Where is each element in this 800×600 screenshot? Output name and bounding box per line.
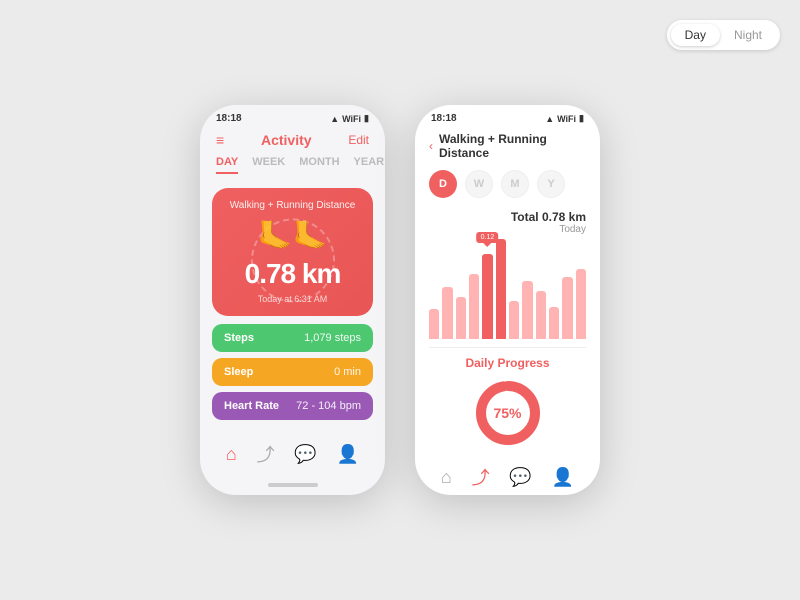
bar-8 [522,281,532,339]
tab-month[interactable]: MONTH [299,156,339,174]
battery-icon: ▮ [364,113,369,124]
phone2-content: 18:18 ▲ WiFi ▮ ‹ Walking + Running Dista… [415,105,600,495]
phone1-title: Activity [261,132,312,148]
bar-2 [442,287,452,339]
donut-wrapper: 75% [429,378,586,448]
bar-11 [562,277,572,339]
period-year[interactable]: Y [537,170,565,198]
nav-chat-2[interactable]: 💬 [509,467,531,488]
day-night-toggle[interactable]: Day Night [667,20,780,50]
bottom-nav-1: ⌂ ⤴ 💬 👤 [200,433,385,479]
distance-unit: km [295,258,340,289]
battery-icon-2: ▮ [579,113,584,124]
phone2-title: Walking + Running Distance [439,132,586,160]
phone-2: 18:18 ▲ WiFi ▮ ‹ Walking + Running Dista… [415,105,600,495]
bar-3 [456,297,466,339]
chart-sub: Today [559,224,586,235]
time-1: 18:18 [216,113,242,124]
home-indicator-1 [200,479,385,495]
wifi-icon-2: WiFi [557,114,576,124]
bottom-nav-2: ⌂ ⤴ 💬 👤 [415,456,600,495]
stat-heart-value: 72 - 104 bpm [296,400,361,412]
stat-steps-value: 1,079 steps [304,332,361,344]
donut-label: 75% [493,405,521,421]
distance-value: 0.78 [245,258,296,289]
period-day[interactable]: D [429,170,457,198]
wifi-icon: WiFi [342,114,361,124]
nav-profile-1[interactable]: 👤 [337,444,359,465]
bar-chart: 0.12 [429,239,586,339]
bar-1 [429,309,439,339]
nav-chart-1[interactable]: ⤴ [257,441,275,467]
stat-sleep[interactable]: Sleep 0 min [212,358,373,386]
day-toggle[interactable]: Day [671,24,720,46]
activity-card-title: Walking + Running Distance [224,200,361,211]
stat-steps-label: Steps [224,332,254,344]
stat-sleep-label: Sleep [224,366,253,378]
signal-icon-2: ▲ [545,114,554,124]
phone1-content: 18:18 ▲ WiFi ▮ ≡ Activity Edit DAY W [200,105,385,495]
back-button[interactable]: ‹ [429,139,433,153]
footsteps-icon: 🦶🦶 [224,219,361,252]
chart-total: Total 0.78 km [511,210,586,224]
activity-time: Today at 6:31 AM [224,294,361,304]
tab-year[interactable]: YEAR [354,156,385,174]
nav-chat-1[interactable]: 💬 [294,444,316,465]
home-bar-1 [268,483,318,487]
bar-10 [549,307,559,339]
nav-home-2[interactable]: ⌂ [441,467,452,488]
activity-distance: 0.78 km [224,258,361,290]
period-month[interactable]: M [501,170,529,198]
daily-progress-section: Daily Progress 75% [415,348,600,456]
stats-list: Steps 1,079 steps Sleep 0 min Heart Rate… [200,324,385,420]
stat-heart-label: Heart Rate [224,400,279,412]
nav-profile-2[interactable]: 👤 [552,467,574,488]
phones-container: 18:18 ▲ WiFi ▮ ≡ Activity Edit DAY W [200,105,600,495]
phone1-header: ≡ Activity Edit [200,128,385,154]
stat-sleep-value: 0 min [334,366,361,378]
edit-link[interactable]: Edit [348,133,369,147]
signal-icon: ▲ [330,114,339,124]
donut-chart: 75% [473,378,543,448]
bar-4 [469,274,479,339]
phone2-header: ‹ Walking + Running Distance [415,128,600,166]
nav-chart-2[interactable]: ⤴ [472,464,490,490]
bar-6 [496,239,506,339]
tab-day[interactable]: DAY [216,156,238,174]
status-icons-1: ▲ WiFi ▮ [330,113,369,124]
status-bar-2: 18:18 ▲ WiFi ▮ [415,105,600,128]
status-bar-1: 18:18 ▲ WiFi ▮ [200,105,385,128]
status-icons-2: ▲ WiFi ▮ [545,113,584,124]
tab-week[interactable]: WEEK [252,156,285,174]
period-tabs: D W M Y [415,166,600,206]
time-2: 18:18 [431,113,457,124]
phone-1: 18:18 ▲ WiFi ▮ ≡ Activity Edit DAY W [200,105,385,495]
bar-12 [576,269,586,339]
period-week[interactable]: W [465,170,493,198]
daily-progress-title: Daily Progress [429,356,586,370]
chart-area: Total 0.78 km Today 0.12 [415,206,600,348]
chart-meta: Total 0.78 km Today [429,210,586,235]
night-toggle[interactable]: Night [720,24,776,46]
nav-home-1[interactable]: ⌂ [226,444,237,465]
menu-icon[interactable]: ≡ [216,132,224,148]
bar-5: 0.12 [482,254,492,339]
page-wrapper: Day Night 18:18 ▲ WiFi ▮ ≡ Activity [0,0,800,600]
stat-steps[interactable]: Steps 1,079 steps [212,324,373,352]
bar-9 [536,291,546,339]
stat-heart[interactable]: Heart Rate 72 - 104 bpm [212,392,373,420]
activity-card: Walking + Running Distance 🦶🦶 0.78 km To… [212,188,373,316]
bar-7 [509,301,519,339]
tab-bar: DAY WEEK MONTH YEAR [200,154,385,180]
